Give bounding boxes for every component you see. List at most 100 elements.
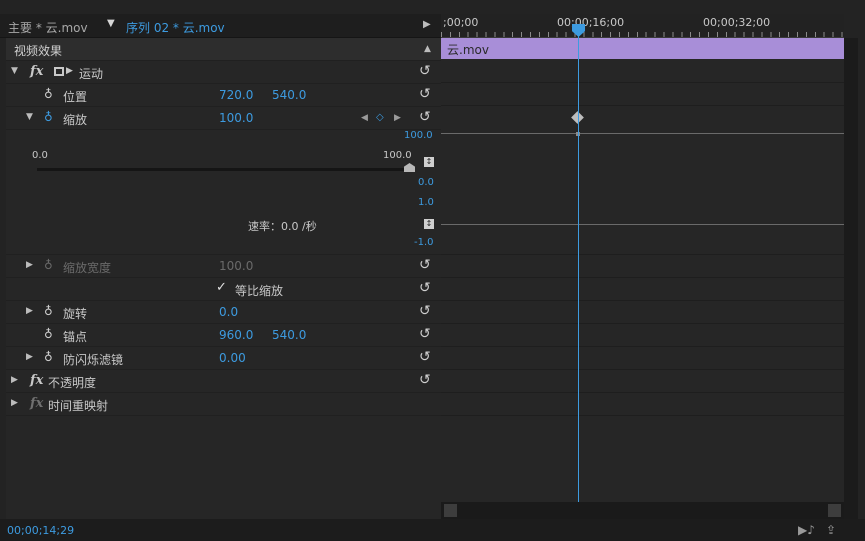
graph-min-value: 0.0 xyxy=(418,177,434,188)
property-row-anti-flicker: ▶ ♁ 防闪烁滤镜 0.00 ↺ xyxy=(6,347,441,370)
anti-flicker-value[interactable]: 0.00 xyxy=(219,351,246,365)
row-divider xyxy=(441,277,844,278)
anchor-label: 锚点 xyxy=(63,330,88,344)
scrollbar-right-handle[interactable] xyxy=(828,504,841,517)
effect-row-time-remap[interactable]: ▶ fx 时间重映射 xyxy=(6,393,441,416)
stopwatch-icon[interactable]: ♁ xyxy=(44,350,53,364)
rotation-value[interactable]: 0.0 xyxy=(219,305,238,319)
graph-toggle-icon[interactable]: ↕ xyxy=(424,157,434,167)
next-keyframe-icon[interactable]: ▶ xyxy=(394,113,401,123)
effect-controls-panel: 视频效果 ▲ ▼ fx ▶ 运动 ↺ ♁ 位置 720.0 540.0 ↺ ▼ … xyxy=(6,38,441,519)
prev-keyframe-icon[interactable]: ◀ xyxy=(361,113,368,123)
velocity-label: 速率：0.0 /秒 xyxy=(248,220,317,233)
reset-icon[interactable]: ↺ xyxy=(419,63,431,79)
video-effects-title: 视频效果 xyxy=(14,44,63,58)
scrollbar-left-handle[interactable] xyxy=(444,504,457,517)
graph-max-value: 100.0 xyxy=(404,130,433,141)
velocity-max-value: 1.0 xyxy=(418,197,434,208)
stopwatch-icon[interactable]: ♁ xyxy=(44,110,53,124)
row-divider xyxy=(441,323,844,324)
expand-motion-icon[interactable]: ▼ xyxy=(11,66,18,76)
stopwatch-icon[interactable]: ♁ xyxy=(44,327,53,341)
row-divider xyxy=(441,392,844,393)
scale-value[interactable]: 100.0 xyxy=(219,111,253,125)
reset-icon[interactable]: ↺ xyxy=(419,257,431,273)
play-audio-icon[interactable]: ▶♪ xyxy=(798,523,815,537)
value-graph-line xyxy=(441,133,844,134)
velocity-toggle-icon[interactable]: ↕ xyxy=(424,219,434,229)
property-row-position: ♁ 位置 720.0 540.0 ↺ xyxy=(6,84,441,107)
fx-icon: fx xyxy=(30,396,44,411)
status-bar: 00;00;14;29 ▶♪ ⇪ xyxy=(0,519,865,541)
property-row-rotation: ▶ ♁ 旋转 0.0 ↺ xyxy=(6,301,441,324)
row-divider xyxy=(441,369,844,370)
row-divider xyxy=(441,300,844,301)
position-y-value[interactable]: 540.0 xyxy=(272,88,306,102)
playhead-line[interactable] xyxy=(578,28,579,519)
effect-timeline-panel: ;00;00 00;00;16;00 00;00;32;00 云.mov xyxy=(441,14,844,519)
vertical-scrollbar[interactable] xyxy=(844,38,858,519)
reset-icon[interactable]: ↺ xyxy=(419,280,431,296)
anchor-x-value[interactable]: 960.0 xyxy=(219,328,253,342)
stopwatch-icon: ♁ xyxy=(44,258,53,272)
collapse-timeline-icon[interactable]: ▶ xyxy=(423,19,431,30)
current-timecode[interactable]: 00;00;14;29 xyxy=(7,524,74,537)
timecode-mid: 00;00;16;00 xyxy=(557,16,625,29)
expand-anti-flicker-icon[interactable]: ▶ xyxy=(26,352,33,362)
motion-transform-icon[interactable] xyxy=(54,67,64,76)
reset-icon[interactable]: ↺ xyxy=(419,372,431,388)
velocity-graph-line xyxy=(441,224,844,225)
tab-dropdown-icon[interactable]: ▼ xyxy=(107,18,115,29)
fx-icon[interactable]: fx xyxy=(30,64,43,79)
effect-row-opacity[interactable]: ▶ fx 不透明度 ↺ xyxy=(6,370,441,393)
panel-tab-bar: 主要 * 云.mov ▼ 序列 02 * 云.mov ▶ xyxy=(0,14,441,38)
expand-scale-width-icon[interactable]: ▶ xyxy=(26,260,33,270)
scroll-up-icon[interactable]: ▲ xyxy=(424,44,431,54)
reset-icon[interactable]: ↺ xyxy=(419,109,431,125)
stopwatch-icon[interactable]: ♁ xyxy=(44,304,53,318)
property-row-scale: ▼ ♁ 缩放 100.0 ◀ ◇ ▶ ↺ xyxy=(6,107,441,130)
expand-opacity-icon[interactable]: ▶ xyxy=(11,375,18,385)
position-label: 位置 xyxy=(63,90,88,104)
tab-sequence-clip[interactable]: 序列 02 * 云.mov xyxy=(126,19,225,36)
scale-width-value: 100.0 xyxy=(219,259,254,273)
video-effects-header: 视频效果 ▲ xyxy=(6,38,441,61)
add-keyframe-icon[interactable]: ◇ xyxy=(376,112,384,123)
tab-master-clip[interactable]: 主要 * 云.mov xyxy=(8,19,88,36)
property-row-uniform-scale: ✓ 等比缩放 ↺ xyxy=(6,278,441,301)
time-remap-label: 时间重映射 xyxy=(48,399,109,413)
effect-row-motion[interactable]: ▼ fx ▶ 运动 ↺ xyxy=(6,61,441,84)
reset-icon[interactable]: ↺ xyxy=(419,303,431,319)
timeline-horizontal-scrollbar[interactable] xyxy=(441,502,844,519)
expand-time-remap-icon[interactable]: ▶ xyxy=(11,398,18,408)
export-icon[interactable]: ⇪ xyxy=(826,523,836,537)
motion-label: 运动 xyxy=(79,67,104,81)
uniform-scale-checkbox[interactable]: ✓ xyxy=(216,281,230,295)
velocity-min-value: -1.0 xyxy=(414,237,434,248)
scale-slider-track[interactable] xyxy=(37,168,408,171)
expand-rotation-icon[interactable]: ▶ xyxy=(26,306,33,316)
slider-min-value: 0.0 xyxy=(32,150,48,161)
reset-icon[interactable]: ↺ xyxy=(419,86,431,102)
fx-icon[interactable]: fx xyxy=(30,373,43,388)
property-row-anchor: ♁ 锚点 960.0 540.0 ↺ xyxy=(6,324,441,347)
timecode-end: 00;00;32;00 xyxy=(703,16,771,29)
stopwatch-icon[interactable]: ♁ xyxy=(44,87,53,101)
time-ruler[interactable]: ;00;00 00;00;16;00 00;00;32;00 xyxy=(441,14,844,38)
anchor-y-value[interactable]: 540.0 xyxy=(272,328,306,342)
clip-bar[interactable]: 云.mov xyxy=(441,38,844,59)
reset-icon[interactable]: ↺ xyxy=(419,326,431,342)
row-divider xyxy=(441,346,844,347)
reset-icon[interactable]: ↺ xyxy=(419,349,431,365)
row-divider xyxy=(441,254,844,255)
position-x-value[interactable]: 720.0 xyxy=(219,88,253,102)
timecode-start: ;00;00 xyxy=(443,16,479,29)
scale-label: 缩放 xyxy=(63,113,88,127)
anti-flicker-label: 防闪烁滤镜 xyxy=(63,353,124,367)
row-divider xyxy=(441,82,844,83)
row-divider xyxy=(441,415,844,416)
ruler-ticks xyxy=(441,32,844,37)
rotation-label: 旋转 xyxy=(63,307,88,321)
expand-scale-icon[interactable]: ▼ xyxy=(26,112,33,122)
motion-play-icon: ▶ xyxy=(66,66,73,76)
